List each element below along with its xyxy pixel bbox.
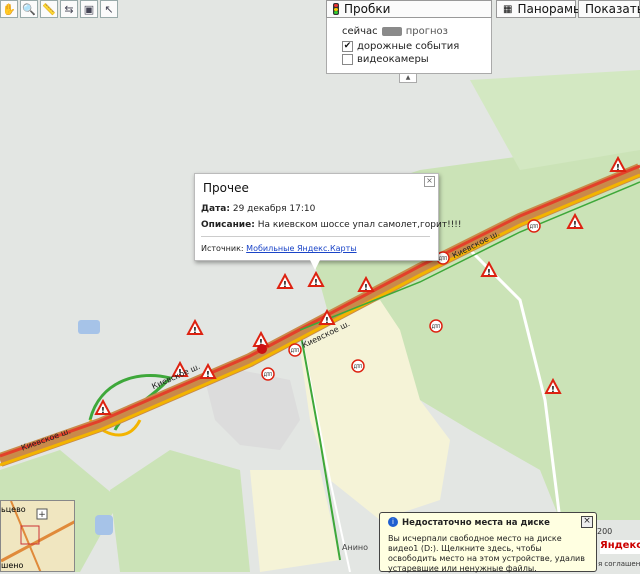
print-icon[interactable]: ▣ — [80, 0, 98, 18]
now-label: сейчас — [342, 26, 378, 37]
no-entry-icon[interactable] — [257, 344, 267, 354]
svg-text:!: ! — [283, 280, 287, 289]
road-events-checkbox[interactable]: ✔ — [342, 41, 353, 52]
now-forecast-toggle[interactable] — [381, 27, 402, 36]
terms-link[interactable]: я соглашения — [598, 560, 640, 568]
dtp-accident-icon[interactable]: ДТП — [429, 319, 443, 333]
overview-minimap[interactable]: + ьцево шено — [0, 500, 75, 572]
traffic-button[interactable]: Пробки — [326, 0, 492, 18]
svg-text:!: ! — [616, 163, 620, 172]
svg-text:!: ! — [206, 370, 210, 379]
popup-pointer — [310, 260, 320, 270]
svg-text:!: ! — [573, 220, 577, 229]
svg-text:ДТП: ДТП — [264, 372, 273, 377]
ruler-icon[interactable]: 📏 — [40, 0, 58, 18]
cameras-row[interactable]: видеокамеры — [342, 54, 429, 65]
show-dropdown-label: Показать — [585, 2, 640, 16]
panorama-icon: ▦ — [503, 3, 513, 15]
low-disk-notification[interactable]: i Недостаточно места на диске × Вы исчер… — [379, 512, 597, 573]
svg-text:!: ! — [314, 278, 318, 287]
notification-title: Недостаточно места на диске — [402, 518, 550, 528]
svg-text:+: + — [38, 510, 46, 520]
warning-triangle-icon[interactable]: ! — [199, 362, 217, 379]
close-icon[interactable]: × — [581, 516, 593, 528]
svg-text:!: ! — [101, 406, 105, 415]
minimap-label-bottom: шено — [1, 561, 24, 570]
hand-tool-icon[interactable]: ✋ — [0, 0, 18, 18]
cameras-label: видеокамеры — [357, 54, 429, 65]
popup-divider — [201, 236, 430, 237]
scale-bar-label: 200 — [597, 527, 613, 536]
dtp-accident-icon[interactable]: ДТП — [351, 359, 365, 373]
lake — [95, 515, 113, 535]
dtp-accident-icon[interactable]: ДТП — [261, 367, 275, 381]
incident-popup: Прочее × Дата: 29 декабря 17:10 Описание… — [194, 173, 462, 261]
road-events-row[interactable]: ✔ дорожные события — [342, 41, 459, 52]
pointer-icon[interactable]: ↖ — [100, 0, 118, 18]
popup-source: Источник: Мобильные Яндекс.Карты — [201, 244, 357, 253]
place-label-anino: Анино — [342, 543, 369, 552]
popup-date: Дата: 29 декабря 17:10 — [201, 204, 315, 214]
info-icon: i — [388, 517, 398, 527]
date-label: Дата: — [201, 204, 230, 214]
svg-text:!: ! — [325, 316, 329, 325]
forecast-label: прогноз — [405, 26, 448, 37]
description-value: На киевском шоссе упал самолет,горит!!!! — [257, 220, 462, 230]
svg-text:ДТП: ДТП — [439, 256, 448, 261]
svg-text:!: ! — [487, 268, 491, 277]
traffic-panel: сейчас прогноз ✔ дорожные события видеок… — [326, 18, 492, 74]
warning-triangle-icon[interactable]: ! — [276, 272, 294, 289]
traffic-light-icon — [333, 3, 339, 15]
svg-text:ДТП: ДТП — [291, 348, 300, 353]
traffic-mode-row: сейчас прогноз — [342, 26, 448, 37]
source-label: Источник: — [201, 244, 244, 253]
svg-text:ДТП: ДТП — [354, 364, 363, 369]
forest-area — [110, 450, 250, 572]
traffic-button-label: Пробки — [344, 2, 391, 16]
minimap-label: ьцево — [1, 505, 26, 514]
svg-text:ДТП: ДТП — [432, 324, 441, 329]
route-icon[interactable]: ⇆ — [60, 0, 78, 18]
dtp-accident-icon[interactable]: ДТП — [527, 219, 541, 233]
svg-text:!: ! — [364, 283, 368, 292]
close-icon[interactable]: × — [424, 176, 435, 187]
panoramas-button-label: Панорамы — [517, 2, 583, 16]
zoom-tool-icon[interactable]: 🔍 — [20, 0, 38, 18]
source-link[interactable]: Мобильные Яндекс.Карты — [246, 244, 356, 253]
description-label: Описание: — [201, 220, 255, 230]
field-area — [205, 370, 300, 450]
svg-text:ДТП: ДТП — [530, 224, 539, 229]
svg-text:!: ! — [551, 385, 555, 394]
notification-body: Вы исчерпали свободное место на диске ви… — [388, 534, 585, 573]
field-area — [250, 470, 340, 572]
date-value: 29 декабря 17:10 — [232, 204, 316, 214]
road-events-label: дорожные события — [357, 41, 460, 52]
svg-text:!: ! — [193, 326, 197, 335]
dtp-accident-icon[interactable]: ДТП — [288, 343, 302, 357]
yandex-logo[interactable]: Яндекс — [600, 540, 640, 554]
map-canvas[interactable]: !!!!!!!!!! !!!ДТПДТПДТПДТПДТПДТП — [0, 0, 640, 572]
warning-triangle-icon[interactable]: ! — [186, 318, 204, 335]
map-toolbar: ✋ 🔍 📏 ⇆ ▣ ↖ — [0, 0, 118, 18]
lake — [78, 320, 100, 334]
cameras-checkbox[interactable] — [342, 54, 353, 65]
popup-title: Прочее — [203, 181, 249, 195]
collapse-panel-button[interactable]: ▲ — [399, 74, 417, 83]
show-dropdown[interactable]: Показать ▼ — [578, 0, 640, 18]
panoramas-button[interactable]: ▦ Панорамы — [496, 0, 583, 18]
popup-description: Описание: На киевском шоссе упал самолет… — [201, 220, 462, 230]
